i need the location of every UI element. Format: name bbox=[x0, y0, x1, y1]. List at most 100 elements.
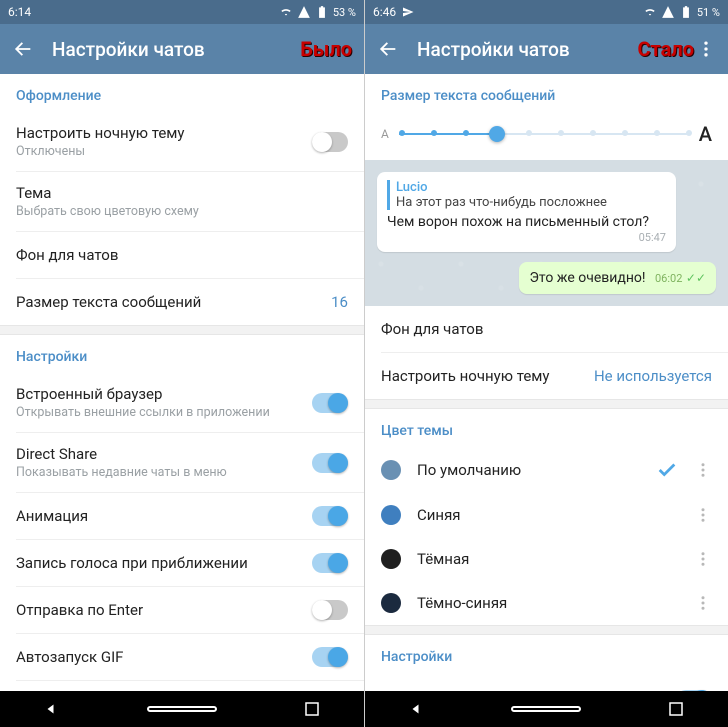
incoming-bubble: Lucio На этот раз что-нибудь посложнее Ч… bbox=[377, 172, 676, 252]
row-textsize[interactable]: Размер текста сообщений 16 bbox=[0, 279, 364, 325]
browser-switch[interactable] bbox=[676, 690, 712, 691]
textsize-label: Размер текста сообщений bbox=[16, 293, 331, 311]
row-gallery[interactable]: Сохранять в галерее bbox=[0, 681, 364, 691]
item-overflow-icon[interactable] bbox=[694, 461, 712, 479]
voice-switch[interactable] bbox=[312, 553, 348, 573]
row-browser[interactable]: Встроенный браузер bbox=[365, 673, 728, 691]
send-icon bbox=[402, 6, 414, 18]
row-enter[interactable]: Отправка по Enter bbox=[0, 587, 364, 633]
row-browser[interactable]: Встроенный браузер Открывать внешние ссы… bbox=[0, 373, 364, 432]
night-value: Не используется bbox=[594, 367, 712, 385]
nav-recent-icon[interactable] bbox=[667, 700, 685, 718]
row-night-theme[interactable]: Настроить ночную тему Отключены bbox=[0, 112, 364, 171]
voice-label: Запись голоса при приближении bbox=[16, 554, 312, 572]
battery-icon bbox=[315, 5, 329, 19]
item-overflow-icon[interactable] bbox=[694, 506, 712, 524]
outgoing-time: 06:02 bbox=[655, 272, 682, 285]
color-dark[interactable]: Тёмная bbox=[365, 537, 728, 581]
battery-icon bbox=[679, 5, 693, 19]
gif-switch[interactable] bbox=[312, 647, 348, 667]
check-icon bbox=[656, 459, 678, 481]
directshare-switch[interactable] bbox=[312, 453, 348, 473]
nav-home-icon[interactable] bbox=[147, 706, 217, 712]
browser-sub: Открывать внешние ссылки в приложении bbox=[16, 405, 312, 420]
incoming-text: Чем ворон похож на письменный стол? bbox=[387, 214, 666, 230]
back-icon[interactable] bbox=[12, 38, 34, 60]
section-settings: Настройки bbox=[365, 635, 728, 673]
bg-label: Фон для чатов bbox=[381, 320, 712, 338]
color-label: По умолчанию bbox=[417, 461, 640, 479]
color-dot-icon bbox=[381, 593, 401, 613]
status-time: 6:14 bbox=[8, 5, 31, 19]
app-bar: Настройки чатов Было bbox=[0, 24, 364, 74]
night-sub: Отключены bbox=[16, 144, 312, 159]
anim-label: Анимация bbox=[16, 507, 312, 525]
night-switch[interactable] bbox=[312, 132, 348, 152]
page-title: Настройки чатов bbox=[417, 38, 570, 61]
pane-after: 6:46 51 % Настройки чатов Стало Размер т… bbox=[364, 0, 728, 727]
status-icons: 53 % bbox=[279, 5, 356, 19]
row-directshare[interactable]: Direct Share Показывать недавние чаты в … bbox=[0, 433, 364, 492]
reply-text: На этот раз что-нибудь посложнее bbox=[396, 195, 666, 210]
theme-sub: Выбрать свою цветовую схему bbox=[16, 204, 348, 219]
section-textsize: Размер текста сообщений bbox=[365, 74, 728, 112]
row-theme[interactable]: Тема Выбрать свою цветовую схему bbox=[0, 172, 364, 231]
content-right: Размер текста сообщений A A bbox=[365, 74, 728, 691]
textsize-slider[interactable] bbox=[399, 124, 689, 144]
anim-switch[interactable] bbox=[312, 506, 348, 526]
color-blue[interactable]: Синяя bbox=[365, 493, 728, 537]
app-bar: Настройки чатов Стало bbox=[365, 24, 728, 74]
status-icons: 51 % bbox=[643, 5, 720, 19]
incoming-time: 05:47 bbox=[387, 231, 666, 244]
item-overflow-icon[interactable] bbox=[694, 594, 712, 612]
reply-block: Lucio На этот раз что-нибудь посложнее bbox=[387, 180, 666, 210]
nav-recent-icon[interactable] bbox=[303, 700, 321, 718]
read-ticks-icon: ✓✓ bbox=[686, 271, 706, 285]
nav-back-icon[interactable] bbox=[408, 700, 426, 718]
theme-label: Тема bbox=[16, 184, 348, 202]
directshare-label: Direct Share bbox=[16, 445, 312, 463]
item-overflow-icon[interactable] bbox=[694, 550, 712, 568]
nav-back-icon[interactable] bbox=[43, 700, 61, 718]
overflow-icon[interactable] bbox=[696, 39, 716, 59]
textsize-slider-row: A A bbox=[365, 112, 728, 160]
section-color: Цвет темы bbox=[365, 409, 728, 447]
status-bar: 6:14 53 % bbox=[0, 0, 364, 24]
color-dot-icon bbox=[381, 505, 401, 525]
row-voice[interactable]: Запись голоса при приближении bbox=[0, 540, 364, 586]
color-label: Тёмно-синяя bbox=[417, 594, 678, 612]
browser-label: Встроенный браузер bbox=[16, 385, 312, 403]
color-dot-icon bbox=[381, 549, 401, 569]
back-icon[interactable] bbox=[377, 38, 399, 60]
enter-label: Отправка по Enter bbox=[16, 601, 312, 619]
color-darkblue[interactable]: Тёмно-синяя bbox=[365, 581, 728, 625]
gif-label: Автозапуск GIF bbox=[16, 648, 312, 666]
outgoing-bubble: Это же очевидно! 06:02 ✓✓ bbox=[519, 262, 716, 294]
textsize-value: 16 bbox=[331, 293, 348, 311]
wifi-icon bbox=[643, 5, 657, 19]
row-anim[interactable]: Анимация bbox=[0, 493, 364, 539]
directshare-sub: Показывать недавние чаты в меню bbox=[16, 465, 312, 480]
row-bg[interactable]: Фон для чатов bbox=[0, 232, 364, 278]
content-left: Оформление Настроить ночную тему Отключе… bbox=[0, 74, 364, 691]
badge-before: Было bbox=[300, 37, 352, 61]
reply-name: Lucio bbox=[396, 180, 666, 195]
section-appearance: Оформление bbox=[0, 74, 364, 112]
nav-bar bbox=[0, 691, 364, 727]
wifi-icon bbox=[279, 5, 293, 19]
status-bar: 6:46 51 % bbox=[365, 0, 728, 24]
signal-icon bbox=[297, 5, 311, 19]
status-time: 6:46 bbox=[373, 5, 396, 19]
color-label: Тёмная bbox=[417, 550, 678, 568]
page-title: Настройки чатов bbox=[52, 38, 205, 61]
enter-switch[interactable] bbox=[312, 600, 348, 620]
night-label: Настроить ночную тему bbox=[381, 367, 594, 385]
browser-switch[interactable] bbox=[312, 393, 348, 413]
row-night-theme[interactable]: Настроить ночную тему Не используется bbox=[365, 353, 728, 399]
nav-home-icon[interactable] bbox=[511, 706, 581, 712]
color-default[interactable]: По умолчанию bbox=[365, 447, 728, 493]
slider-max-label: A bbox=[699, 122, 712, 146]
row-bg[interactable]: Фон для чатов bbox=[365, 306, 728, 352]
night-label: Настроить ночную тему bbox=[16, 124, 312, 142]
row-gif[interactable]: Автозапуск GIF bbox=[0, 634, 364, 680]
